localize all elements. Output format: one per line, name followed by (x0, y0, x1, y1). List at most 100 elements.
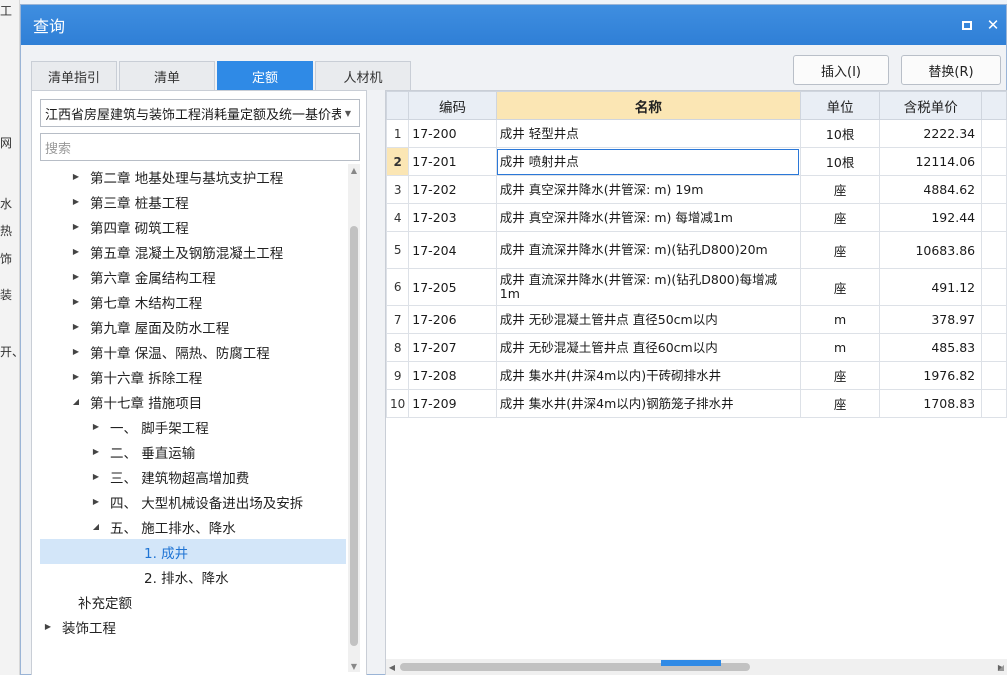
cell-unit[interactable]: 10根 (799, 119, 881, 148)
cell-code[interactable]: 17-201 (408, 147, 497, 176)
cell-extra[interactable] (981, 361, 1007, 390)
chevron-right-icon[interactable]: ▶ (70, 197, 82, 206)
quota-library-select[interactable]: 江西省房屋建筑与装饰工程消耗量定额及统一基价表 ▼ (40, 99, 360, 127)
cell-unit[interactable]: 座 (799, 203, 881, 232)
row-number[interactable]: 3 (386, 175, 410, 204)
chevron-expanded-icon[interactable]: ◢ (70, 397, 82, 406)
cell-price[interactable]: 1976.82 (879, 361, 983, 390)
cell-unit[interactable]: 座 (799, 268, 881, 306)
cell-extra[interactable] (981, 389, 1007, 418)
cell-unit[interactable]: 座 (799, 231, 881, 269)
cell-price[interactable]: 192.44 (879, 203, 983, 232)
cell-name[interactable]: 成井 喷射井点 (495, 147, 801, 176)
cell-name[interactable]: 成井 直流深井降水(井管深: m)(钻孔D800)20m (495, 231, 801, 269)
insert-button[interactable]: 插入(I) (793, 55, 889, 85)
table-row[interactable]: 6 17-205 成井 直流深井降水(井管深: m)(钻孔D800)每增减1m 座 49… (386, 268, 1007, 306)
chevron-right-icon[interactable]: ▶ (70, 322, 82, 331)
table-row[interactable]: 4 17-203 成井 真空深井降水(井管深: m) 每增减1m 座 192.44 (386, 203, 1007, 232)
cell-price[interactable]: 378.97 (879, 305, 983, 334)
scroll-down-icon[interactable]: ▼ (348, 660, 360, 672)
chevron-right-icon[interactable]: ▶ (70, 272, 82, 281)
table-row[interactable]: 10 17-209 成井 集水井(井深4m以内)钢筋笼子排水井座 1708.83 (386, 389, 1007, 418)
row-number[interactable]: 9 (386, 361, 410, 390)
table-row[interactable]: 7 17-206 成井 无砂混凝土管井点 直径50cm以内 m 378.97 (386, 305, 1007, 334)
scroll-left-icon[interactable]: ◀ (386, 659, 398, 675)
chevron-expanded-icon[interactable]: ◢ (90, 522, 102, 531)
dialog-titlebar[interactable]: 查询 ✕ (21, 5, 1006, 45)
chevron-right-icon[interactable]: ▶ (90, 497, 102, 506)
cell-name[interactable]: 成井 真空深井降水(井管深: m) 19m (495, 175, 801, 204)
row-number[interactable]: 10 (386, 389, 410, 418)
scroll-up-icon[interactable]: ▲ (348, 164, 360, 176)
tab-bill-guide[interactable]: 清单指引 (31, 61, 117, 90)
column-header-price[interactable]: 含税单价 (879, 91, 983, 120)
cell-code[interactable]: 17-209 (408, 389, 497, 418)
chevron-right-icon[interactable]: ▶ (90, 472, 102, 481)
maximize-button[interactable] (954, 12, 980, 38)
row-number[interactable]: 5 (386, 231, 410, 269)
tree-item[interactable]: ◢ 第十七章 措施项目 (40, 389, 346, 414)
cell-extra[interactable] (981, 203, 1007, 232)
table-row[interactable]: 2 17-201 成井 喷射井点 10根 12114.06 (386, 147, 1007, 176)
cell-unit[interactable]: 座 (799, 389, 881, 418)
tree-scrollbar[interactable]: ▲ ▼ (348, 164, 360, 672)
tree-scrollbar-thumb[interactable] (350, 226, 358, 646)
cell-unit[interactable]: 座 (799, 175, 881, 204)
cell-extra[interactable] (981, 119, 1007, 148)
row-number[interactable]: 2 (386, 147, 410, 176)
column-header-name[interactable]: 名称 (495, 91, 801, 120)
chevron-right-icon[interactable]: ▶ (90, 422, 102, 431)
row-number[interactable]: 4 (386, 203, 410, 232)
column-header-extra[interactable] (981, 91, 1007, 120)
table-row[interactable]: 8 17-207 成井 无砂混凝土管井点 直径60cm以内 m 485.83 (386, 333, 1007, 362)
table-row[interactable]: 3 17-202 成井 真空深井降水(井管深: m) 19m 座 4884.62 (386, 175, 1007, 204)
chevron-right-icon[interactable]: ▶ (70, 247, 82, 256)
cell-name[interactable]: 成井 无砂混凝土管井点 直径60cm以内 (495, 333, 801, 362)
tree-item[interactable]: ▶ 装饰工程 (40, 614, 346, 639)
cell-price[interactable]: 2222.34 (879, 119, 983, 148)
cell-extra[interactable] (981, 175, 1007, 204)
cell-name[interactable]: 成井 真空深井降水(井管深: m) 每增减1m (495, 203, 801, 232)
column-header-code[interactable]: 编码 (408, 91, 497, 120)
tree-item[interactable]: ▶ 三、 建筑物超高增加费 (40, 464, 346, 489)
chevron-right-icon[interactable]: ▶ (70, 222, 82, 231)
tree-item[interactable]: ▶ 二、 垂直运输 (40, 439, 346, 464)
panel-splitter-handle[interactable] (661, 660, 721, 666)
cell-code[interactable]: 17-208 (408, 361, 497, 390)
cell-name[interactable]: 成井 轻型井点 (495, 119, 801, 148)
cell-extra[interactable] (981, 231, 1007, 269)
tree-item[interactable]: ▶ 第六章 金属结构工程 (40, 264, 346, 289)
cell-code[interactable]: 17-205 (408, 268, 497, 306)
table-row[interactable]: 9 17-208 成井 集水井(井深4m以内)干砖砌排水井座 1976.82 (386, 361, 1007, 390)
replace-button[interactable]: 替换(R) (901, 55, 1001, 85)
chevron-right-icon[interactable]: ▶ (42, 622, 54, 631)
chevron-down-icon[interactable]: ▼ (341, 100, 355, 126)
tree-item[interactable]: ▶ 第十六章 拆除工程 (40, 364, 346, 389)
cell-unit[interactable]: m (799, 333, 881, 362)
close-button[interactable]: ✕ (980, 12, 1006, 38)
cell-price[interactable]: 4884.62 (879, 175, 983, 204)
row-number[interactable]: 6 (386, 268, 410, 306)
tree-item[interactable]: ▶ 第十章 保温、隔热、防腐工程 (40, 339, 346, 364)
tab-quota[interactable]: 定额 (217, 61, 313, 90)
row-number[interactable]: 1 (386, 119, 410, 148)
cell-unit[interactable]: 10根 (799, 147, 881, 176)
chevron-right-icon[interactable]: ▶ (90, 447, 102, 456)
search-input[interactable]: 搜索 (40, 133, 360, 161)
tree-item[interactable]: 1. 成井 (40, 539, 346, 564)
cell-code[interactable]: 17-200 (408, 119, 497, 148)
tree-item[interactable]: ▶ 第三章 桩基工程 (40, 189, 346, 214)
cell-code[interactable]: 17-204 (408, 231, 497, 269)
chevron-right-icon[interactable]: ▶ (70, 297, 82, 306)
cell-price[interactable]: 485.83 (879, 333, 983, 362)
chevron-right-icon[interactable]: ▶ (70, 172, 82, 181)
cell-name[interactable]: 成井 集水井(井深4m以内)干砖砌排水井 (495, 361, 801, 390)
cell-code[interactable]: 17-203 (408, 203, 497, 232)
cell-unit[interactable]: 座 (799, 361, 881, 390)
cell-extra[interactable] (981, 147, 1007, 176)
tree-item[interactable]: ▶ 一、 脚手架工程 (40, 414, 346, 439)
tab-bill[interactable]: 清单 (119, 61, 215, 90)
column-header-unit[interactable]: 单位 (799, 91, 881, 120)
cell-price[interactable]: 1708.83 (879, 389, 983, 418)
tree-item[interactable]: ▶ 第七章 木结构工程 (40, 289, 346, 314)
